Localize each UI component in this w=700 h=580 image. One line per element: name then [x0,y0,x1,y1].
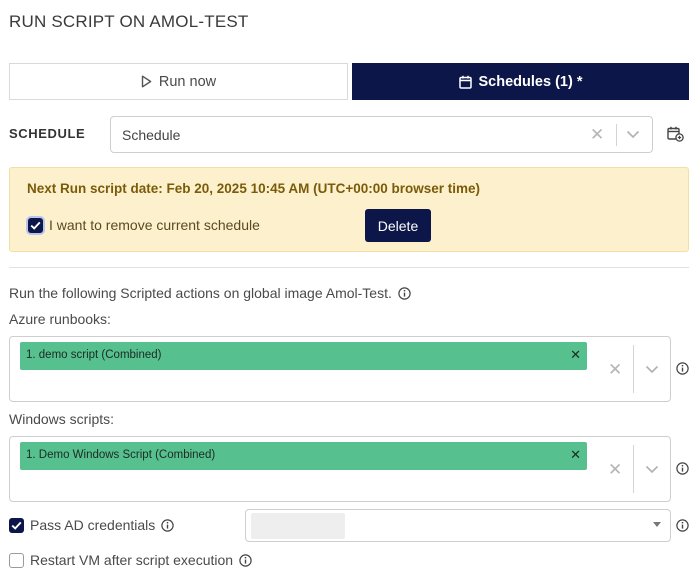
tab-schedules-label: Schedules (1) * [478,73,583,90]
next-run-banner: Next Run script date: Feb 20, 2025 10:45… [9,167,689,252]
calendar-add-icon[interactable] [667,126,684,142]
schedule-label: SCHEDULE [9,126,86,141]
page-title: RUN SCRIPT ON AMOL-TEST [9,12,249,31]
schedule-select-value: Schedule [122,127,181,143]
azure-runbooks-label: Azure runbooks: [9,311,111,327]
check-icon [11,521,22,530]
info-icon[interactable] [676,462,689,475]
chevron-down-icon[interactable] [645,465,659,474]
windows-scripts-label: Windows scripts: [9,411,115,427]
description-text: Run the following Scripted actions on gl… [9,285,392,301]
restart-vm-checkbox[interactable] [9,553,24,568]
chevron-down-icon[interactable] [626,130,640,139]
chevron-down-icon[interactable] [645,365,659,374]
select-separator [616,124,617,146]
select-separator [633,445,634,493]
clear-icon[interactable]: ✕ [608,361,622,378]
tab-schedules[interactable]: Schedules (1) * [352,63,689,100]
remove-schedule-checkbox[interactable] [28,218,43,233]
tab-run-now[interactable]: Run now [9,63,348,100]
calendar-icon [458,75,472,89]
info-icon[interactable] [239,553,252,567]
windows-script-tag-label: 1. Demo Windows Script (Combined) [26,449,216,461]
divider [9,267,689,268]
azure-runbook-tag: 1. demo script (Combined) ✕ [20,342,587,370]
pass-ad-label-group: Pass AD credentials [30,517,174,533]
info-icon[interactable] [676,519,689,532]
pass-ad-checkbox[interactable] [9,518,24,533]
pass-ad-label: Pass AD credentials [30,517,156,533]
play-icon [141,75,152,88]
remove-tag-icon[interactable]: ✕ [570,448,581,461]
select-separator [633,345,634,393]
dropdown-arrow-icon [653,522,661,527]
windows-script-tag: 1. Demo Windows Script (Combined) ✕ [20,442,587,470]
tab-run-now-label: Run now [158,73,217,90]
clear-icon[interactable]: ✕ [590,126,604,143]
delete-button[interactable]: Delete [365,209,431,242]
ad-credentials-select[interactable] [245,509,671,542]
info-icon[interactable] [398,286,411,300]
restart-vm-label: Restart VM after script execution [30,552,234,568]
redacted-credential-value [251,513,345,539]
tab-bar: Run now Schedules (1) * [9,63,689,100]
remove-tag-icon[interactable]: ✕ [570,348,581,361]
info-icon[interactable] [161,518,174,532]
description: Run the following Scripted actions on gl… [9,285,411,301]
clear-icon[interactable]: ✕ [608,461,622,478]
windows-scripts-select[interactable]: 1. Demo Windows Script (Combined) ✕ ✕ [9,436,671,502]
remove-schedule-label: I want to remove current schedule [49,217,260,233]
azure-runbook-tag-label: 1. demo script (Combined) [26,349,162,361]
schedule-select[interactable]: Schedule ✕ [110,116,653,153]
restart-vm-label-group: Restart VM after script execution [30,552,252,568]
next-run-text: Next Run script date: Feb 20, 2025 10:45… [27,181,481,196]
azure-runbooks-select[interactable]: 1. demo script (Combined) ✕ ✕ [9,336,671,402]
check-icon [30,221,41,230]
info-icon[interactable] [676,362,689,375]
